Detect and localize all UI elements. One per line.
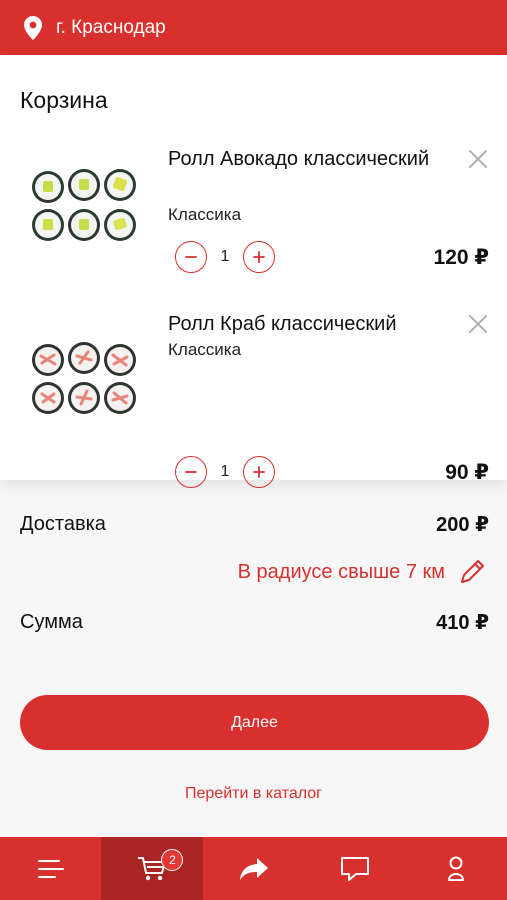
nav-cart[interactable]: 2 [101,837,203,900]
total-row: Сумма 410 ₽ [20,610,489,635]
decrease-quantity-button[interactable] [175,456,207,488]
nav-chat[interactable] [304,837,405,900]
total-label: Сумма [20,611,83,633]
product-name: Ролл Авокадо классический [168,148,430,170]
plus-icon [253,251,265,263]
increase-quantity-button[interactable] [243,241,275,273]
nav-profile[interactable] [406,837,507,900]
delivery-row: Доставка 200 ₽ [20,512,489,537]
nav-share[interactable] [203,837,304,900]
chat-icon [340,856,369,881]
product-category: Классика [168,205,242,224]
product-name: Ролл Краб классический [168,313,397,335]
minus-icon [185,471,197,473]
page-title: Корзина [20,87,108,113]
quantity-stepper: 1 [175,456,275,488]
location-pin-icon[interactable] [24,15,44,41]
go-to-catalog-link[interactable]: Перейти в каталог [0,785,507,803]
city-selector[interactable]: г. Краснодар [56,17,166,39]
product-image [32,342,136,414]
delivery-label: Доставка [20,513,106,535]
roll-pieces [32,342,136,414]
edit-pencil-icon [461,560,484,583]
delivery-price: 200 ₽ [436,514,489,536]
quantity-stepper: 1 [175,241,275,273]
plus-icon [253,466,265,478]
profile-icon [448,856,465,881]
minus-icon [185,256,197,258]
quantity-value: 1 [220,463,230,480]
product-category: Классика [168,340,242,359]
remove-item-icon[interactable] [466,312,490,336]
cart-count-badge: 2 [161,849,184,871]
product-price: 90 ₽ [445,461,489,484]
decrease-quantity-button[interactable] [175,241,207,273]
delivery-radius-text: В радиусе свыше 7 км [237,560,445,583]
product-image [32,169,136,241]
increase-quantity-button[interactable] [243,456,275,488]
header-bar: г. Краснодар [0,0,507,55]
remove-item-icon[interactable] [466,147,490,171]
menu-icon [37,859,64,878]
quantity-value: 1 [220,248,230,265]
share-icon [239,857,268,880]
total-price: 410 ₽ [436,612,489,634]
cart-panel: Корзина Ролл Авокадо классический Класси… [0,55,507,488]
next-button[interactable]: Далее [20,695,489,750]
product-price: 120 ₽ [433,246,489,269]
nav-menu[interactable] [0,837,101,900]
bottom-navigation: 2 [0,837,507,900]
roll-pieces [32,169,136,241]
delivery-radius-link[interactable]: В радиусе свыше 7 км [238,557,487,587]
